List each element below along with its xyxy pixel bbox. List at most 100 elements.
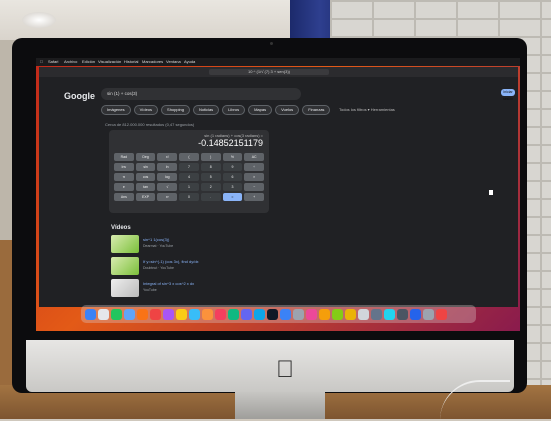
calculator-key[interactable]: 8 bbox=[200, 163, 221, 171]
dock-app-icon[interactable] bbox=[98, 308, 109, 320]
menu-item[interactable]: Marcadores bbox=[142, 59, 163, 64]
address-bar[interactable]: 10 ^ (1/√ (7) 3 + sen(3)) bbox=[209, 69, 329, 75]
search-input[interactable]: sin (1) + cos(3) bbox=[101, 88, 301, 100]
dock-app-icon[interactable] bbox=[423, 308, 434, 320]
calculator-key[interactable]: 3 bbox=[222, 183, 243, 191]
chip-images[interactable]: Imágenes bbox=[101, 105, 131, 115]
calculator-key[interactable]: tan bbox=[135, 183, 156, 191]
signin-button[interactable]: Iniciar sesión bbox=[501, 89, 515, 101]
calculator-key[interactable]: 5 bbox=[200, 173, 221, 181]
video-thumbnail[interactable] bbox=[111, 235, 139, 253]
calculator-key[interactable]: ln bbox=[157, 163, 178, 171]
calculator-key[interactable]: Ans bbox=[114, 193, 134, 201]
video-result[interactable]: sin^1 1(cos(3)) Dearmat · YouTube bbox=[111, 235, 271, 255]
menu-item[interactable]: Safari bbox=[48, 59, 58, 64]
video-thumbnail[interactable] bbox=[111, 279, 139, 297]
calculator-key[interactable]: EXP bbox=[135, 193, 156, 201]
calculator-key[interactable]: 4 bbox=[179, 173, 199, 181]
calculator-key[interactable]: AC bbox=[244, 153, 264, 161]
video-title[interactable]: sin^1 1(cos(3)) bbox=[143, 237, 169, 242]
dock-app-icon[interactable] bbox=[254, 308, 265, 320]
dock-app-icon[interactable] bbox=[111, 308, 122, 320]
calculator-key[interactable]: √ bbox=[157, 183, 178, 191]
dock-app-icon[interactable] bbox=[241, 308, 252, 320]
dock-app-icon[interactable] bbox=[280, 308, 291, 320]
dock-app-icon[interactable] bbox=[163, 308, 174, 320]
calculator-key[interactable]: 6 bbox=[222, 173, 243, 181]
calculator-key[interactable]: . bbox=[200, 193, 221, 201]
menu-item[interactable]: Ventana bbox=[166, 59, 181, 64]
video-result[interactable]: Integral of sin^3 x cos^2 x dx YouTube bbox=[111, 279, 271, 299]
google-logo[interactable]: Google bbox=[64, 91, 95, 101]
mac-dock bbox=[81, 305, 476, 323]
calculator-key[interactable]: + bbox=[244, 193, 264, 201]
dock-app-icon[interactable] bbox=[384, 308, 395, 320]
video-title[interactable]: Integral of sin^3 x cos^2 x dx bbox=[143, 281, 194, 286]
calculator-key[interactable]: 2 bbox=[200, 183, 221, 191]
dock-app-icon[interactable] bbox=[228, 308, 239, 320]
calculator-key[interactable]: log bbox=[157, 173, 178, 181]
imac-screen:  Safari Archivo Edición Visualización H… bbox=[36, 58, 520, 331]
calculator-key[interactable]: % bbox=[222, 153, 243, 161]
chip-books[interactable]: Libros bbox=[222, 105, 246, 115]
menu-item[interactable]: Archivo bbox=[64, 59, 77, 64]
calculator-key[interactable]: − bbox=[244, 183, 264, 191]
video-result[interactable]: If y=sin^(-1) (cos 3x), find dy/dx Doubt… bbox=[111, 257, 271, 277]
dock-app-icon[interactable] bbox=[176, 308, 187, 320]
dock-app-icon[interactable] bbox=[85, 308, 96, 320]
chip-videos[interactable]: Vídeos bbox=[133, 105, 159, 115]
video-title[interactable]: If y=sin^(-1) (cos 3x), find dy/dx bbox=[143, 259, 199, 264]
dock-app-icon[interactable] bbox=[202, 308, 213, 320]
dock-app-icon[interactable] bbox=[397, 308, 408, 320]
calculator-key[interactable]: π bbox=[114, 173, 134, 181]
dock-app-icon[interactable] bbox=[436, 308, 447, 320]
apple-menu-icon[interactable]:  bbox=[40, 59, 43, 64]
calculator-key[interactable]: 7 bbox=[179, 163, 199, 171]
search-tools-links[interactable]: Todos los filtros ▾ Herramientas bbox=[339, 107, 395, 112]
dock-app-icon[interactable] bbox=[267, 308, 278, 320]
calculator-key[interactable]: cos bbox=[135, 173, 156, 181]
result-count: Cerca de 812.000.000 resultados (0,47 se… bbox=[105, 122, 195, 127]
calculator-result: -0.14852151179 bbox=[198, 138, 263, 148]
menu-item[interactable]: Edición bbox=[82, 59, 95, 64]
dock-app-icon[interactable] bbox=[358, 308, 369, 320]
calculator-key[interactable]: 0 bbox=[179, 193, 199, 201]
dock-app-icon[interactable] bbox=[410, 308, 421, 320]
dock-app-icon[interactable] bbox=[137, 308, 148, 320]
calculator-key[interactable]: 1 bbox=[179, 183, 199, 191]
calculator-key[interactable]: Deg bbox=[135, 153, 156, 161]
chip-maps[interactable]: Mapas bbox=[248, 105, 273, 115]
calculator-key[interactable]: Inv bbox=[114, 163, 134, 171]
video-thumbnail[interactable] bbox=[111, 257, 139, 275]
dock-app-icon[interactable] bbox=[150, 308, 161, 320]
calculator-key[interactable]: × bbox=[244, 173, 264, 181]
menu-item[interactable]: Visualización bbox=[98, 59, 121, 64]
calculator-key[interactable]: = bbox=[222, 193, 243, 201]
chip-news[interactable]: Noticias bbox=[192, 105, 220, 115]
calculator-key[interactable]: x! bbox=[157, 153, 178, 161]
calculator-key[interactable]: e bbox=[114, 183, 134, 191]
dock-app-icon[interactable] bbox=[319, 308, 330, 320]
menu-item[interactable]: Historial bbox=[124, 59, 138, 64]
dock-app-icon[interactable] bbox=[306, 308, 317, 320]
calculator-key[interactable]: ( bbox=[179, 153, 199, 161]
dock-app-icon[interactable] bbox=[332, 308, 343, 320]
calculator-key[interactable]: ) bbox=[200, 153, 221, 161]
dock-app-icon[interactable] bbox=[189, 308, 200, 320]
mouse-cursor-icon bbox=[489, 190, 493, 195]
dock-app-icon[interactable] bbox=[293, 308, 304, 320]
video-source: YouTube bbox=[143, 288, 157, 292]
dock-app-icon[interactable] bbox=[215, 308, 226, 320]
chip-finance[interactable]: Finanzas bbox=[302, 105, 331, 115]
calculator-key[interactable]: xʸ bbox=[157, 193, 178, 201]
calculator-key[interactable]: ÷ bbox=[244, 163, 264, 171]
menu-item[interactable]: Ayuda bbox=[184, 59, 195, 64]
dock-app-icon[interactable] bbox=[371, 308, 382, 320]
dock-app-icon[interactable] bbox=[345, 308, 356, 320]
calculator-key[interactable]: 9 bbox=[222, 163, 243, 171]
calculator-key[interactable]: sin bbox=[135, 163, 156, 171]
chip-flights[interactable]: Vuelos bbox=[275, 105, 300, 115]
calculator-key[interactable]: Rad bbox=[114, 153, 134, 161]
chip-shopping[interactable]: Shopping bbox=[161, 105, 190, 115]
dock-app-icon[interactable] bbox=[124, 308, 135, 320]
